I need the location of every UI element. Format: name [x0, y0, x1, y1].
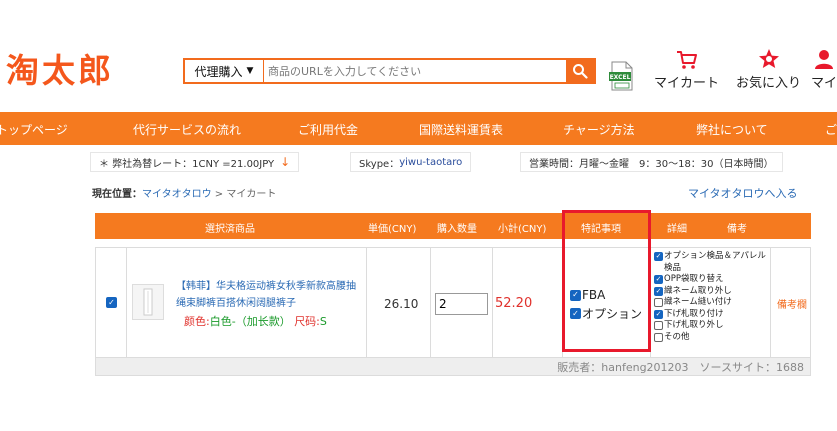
detail-item[interactable]: ✓ オプション検品＆アパレル検品 [654, 251, 774, 274]
nav-item-fees[interactable]: ご利用代金 [298, 121, 358, 138]
nav-item-top[interactable]: トップページ [0, 121, 68, 138]
option-color-label: 颜色: [184, 315, 210, 328]
skype-info: Skype： yiwu-taotaro [350, 152, 472, 172]
my-taotaro-link[interactable]: マイタオタロウへ入る [688, 185, 798, 201]
business-hours-info: 営業時間：月曜～金曜 9：30～18：30（日本時間） [520, 152, 783, 172]
detail-label: 織ネーム縫い付け [664, 297, 732, 307]
breadcrumb-current: マイカート [226, 189, 277, 200]
detail-label: OPP袋取り替え [664, 274, 724, 284]
column-divider [366, 248, 367, 357]
product-options: 颜色:白色-（加长款） 尺码:S [184, 313, 327, 329]
detail-label: オプション検品＆アパレル検品 [664, 251, 766, 273]
col-unit-price: 単価(CNY) [368, 224, 417, 235]
excel-icon[interactable]: EXCEL [609, 61, 635, 91]
col-quantity: 購入数量 [437, 224, 477, 235]
site-logo[interactable]: 淘太郎 [6, 44, 114, 92]
detail-label: 織ネーム取り外し [664, 285, 732, 296]
subtotal: 52.20 [495, 296, 533, 311]
search-button[interactable] [566, 60, 594, 82]
business-hours-text: 営業時間：月曜～金曜 9：30～18：30（日本時間） [529, 158, 774, 170]
my-page-link[interactable]: マイ [811, 48, 837, 91]
memo-link[interactable]: 備考欄 [777, 296, 807, 311]
detail-item[interactable]: 織ネーム縫い付け [654, 297, 774, 309]
main-nav: トップページ 代行サービスの流れ ご利用代金 国際送料運賃表 チャージ方法 弊社… [0, 112, 837, 145]
option-size-value: S [319, 315, 327, 328]
col-memo: 備考 [727, 224, 747, 235]
column-divider [430, 248, 431, 357]
nav-item-shipping[interactable]: 国際送料運賃表 [419, 121, 503, 138]
breadcrumb-separator: > [211, 189, 227, 200]
excel-label: EXCEL [610, 74, 631, 81]
detail-checkbox[interactable] [654, 332, 663, 342]
breadcrumb: 現在位置：マイタオタロウ > マイカート [92, 185, 276, 200]
skype-id[interactable]: yiwu-taotaro [399, 157, 462, 168]
col-product: 選択済商品 [205, 224, 255, 235]
my-cart-label: マイカート [654, 76, 720, 91]
nav-item-charge[interactable]: チャージ方法 [563, 121, 635, 138]
chevron-down-icon: ▼ [246, 66, 254, 76]
detail-item[interactable]: ✓ OPP袋取り替え [654, 274, 774, 286]
seller-info: 販売者：hanfeng201203 ソースサイト：1688 [557, 361, 804, 374]
breadcrumb-label: 現在位置： [92, 189, 142, 200]
search-bar: 代理購入 ▼ [183, 58, 596, 84]
annotation-highlight [562, 210, 651, 352]
favorites-link[interactable]: お気に入り [736, 48, 801, 91]
seller-info-row: 販売者：hanfeng201203 ソースサイト：1688 [95, 358, 811, 376]
col-subtotal: 小計(CNY) [498, 224, 547, 235]
detail-item[interactable]: その他 [654, 332, 774, 344]
column-divider [492, 248, 493, 357]
col-detail: 詳細 [667, 224, 687, 235]
search-type-label: 代理購入 [194, 64, 243, 79]
detail-label: 下げ札取り外し [664, 320, 724, 330]
search-icon [573, 64, 588, 79]
nav-item-more[interactable]: ご [825, 121, 837, 138]
favorites-label: お気に入り [736, 76, 802, 91]
detail-checkbox[interactable]: ✓ [654, 286, 663, 296]
arrow-down-icon: ↓ [280, 155, 291, 169]
nav-item-about[interactable]: 弊社について [696, 121, 768, 138]
nav-item-service-flow[interactable]: 代行サービスの流れ [133, 121, 241, 138]
detail-checkbox[interactable] [654, 321, 663, 330]
unit-price: 26.10 [384, 297, 419, 311]
search-type-select[interactable]: 代理購入 ▼ [185, 60, 264, 82]
detail-checkbox[interactable]: ✓ [654, 309, 663, 319]
product-thumbnail[interactable] [132, 284, 164, 320]
detail-item[interactable]: ✓ 織ネーム取り外し [654, 286, 774, 298]
detail-checkbox[interactable]: ✓ [654, 275, 663, 284]
select-item-checkbox[interactable]: ✓ [106, 297, 117, 308]
skype-label: Skype： [359, 158, 400, 170]
user-icon [813, 48, 835, 70]
search-input[interactable] [264, 60, 566, 82]
exchange-rate-info: ＊ 弊社為替レート：1CNY =21.00JPY ↓ [90, 152, 300, 172]
detail-label: 下げ札取り付け [664, 308, 724, 319]
detail-checkbox[interactable] [654, 298, 663, 307]
detail-label: その他 [664, 331, 690, 342]
my-cart-link[interactable]: マイカート [654, 48, 719, 91]
my-page-label: マイ [811, 76, 837, 91]
detail-checkbox[interactable]: ✓ [654, 252, 663, 261]
table-row: ✓ 【韩菲】华夫格运动裤女秋季新款高腰抽绳束脚裤百搭休闲阔腿裤子 颜色:白色-（… [95, 247, 811, 358]
detail-item[interactable]: ✓ 下げ札取り付け [654, 309, 774, 321]
detail-options: ✓ オプション検品＆アパレル検品 ✓ OPP袋取り替え ✓ 織ネーム取り外し 織… [654, 251, 774, 343]
quantity-input[interactable] [435, 293, 488, 315]
option-color-value: 白色-（加长款） [209, 315, 291, 328]
table-header: 選択済商品 単価(CNY) 購入数量 小計(CNY) 特記事項 詳細 備考 [95, 213, 811, 239]
column-divider [126, 248, 127, 357]
option-size-label: 尺码: [294, 315, 320, 328]
product-title-link[interactable]: 【韩菲】华夫格运动裤女秋季新款高腰抽绳束脚裤百搭休闲阔腿裤子 [176, 278, 361, 312]
header: 淘太郎 代理購入 ▼ EXCEL [0, 0, 837, 112]
cart-icon [676, 48, 698, 70]
exchange-rate-text: ＊ 弊社為替レート：1CNY =21.00JPY [99, 158, 275, 170]
star-icon [758, 48, 780, 70]
detail-item[interactable]: 下げ札取り外し [654, 320, 774, 332]
breadcrumb-home[interactable]: マイタオタロウ [142, 189, 212, 200]
